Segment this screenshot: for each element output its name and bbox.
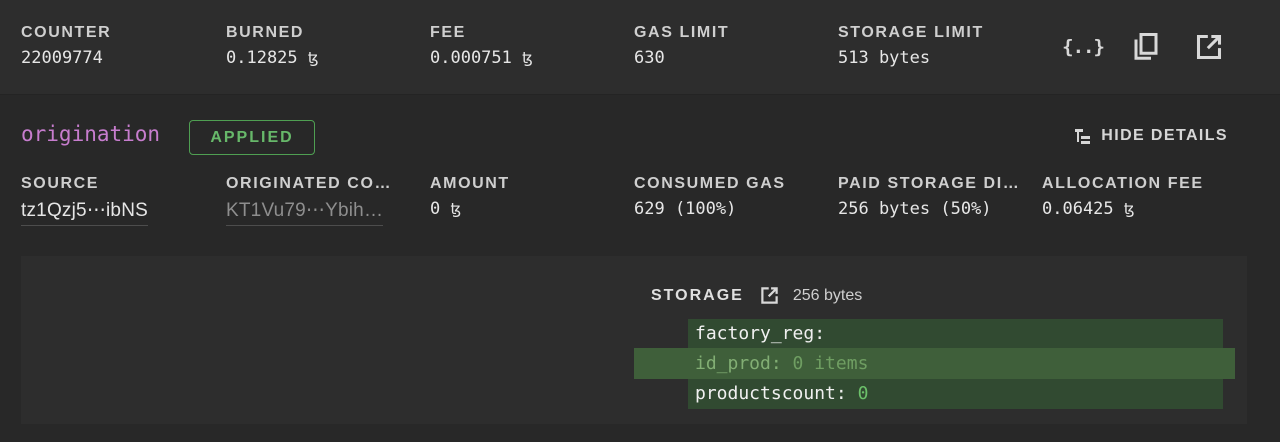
- hide-details-label: HIDE DETAILS: [1101, 127, 1228, 144]
- burned-label: BURNED: [226, 24, 305, 41]
- gas-limit-field: GAS LIMIT 630: [634, 24, 729, 68]
- storage-node-productscount[interactable]: productscount: 0: [695, 383, 868, 404]
- copy-button[interactable]: [1126, 27, 1166, 67]
- hide-details-button[interactable]: HIDE DETAILS: [1073, 126, 1228, 146]
- storage-open-external-button[interactable]: [760, 286, 779, 305]
- storage-value: 0: [857, 383, 869, 404]
- tez-icon: ꜩ: [307, 49, 319, 67]
- consumed-gas-field: CONSUMED GAS 629 (100%): [634, 175, 786, 219]
- storage-key: id_prod:: [695, 353, 782, 374]
- amount-value: 0 ꜩ: [430, 199, 462, 219]
- tez-icon: ꜩ: [522, 49, 533, 67]
- originated-contract-label: ORIGINATED CO…: [226, 175, 393, 192]
- consumed-gas-value: 629 (100%): [634, 199, 737, 219]
- allocation-fee-label: ALLOCATION FEE: [1042, 175, 1204, 192]
- storage-key: factory_reg:: [695, 323, 826, 344]
- counter-value: 22009774: [21, 48, 103, 68]
- storage-header: STORAGE 256 bytes: [651, 286, 862, 305]
- storage-limit-label: STORAGE LIMIT: [838, 24, 984, 41]
- storage-node-id-prod[interactable]: id_prod: 0 items: [695, 353, 868, 374]
- storage-limit-field: STORAGE LIMIT 513 bytes: [838, 24, 984, 68]
- raw-json-icon: {..}: [1062, 36, 1105, 58]
- paid-storage-label: PAID STORAGE DI…: [838, 175, 1021, 192]
- status-badge: APPLIED: [189, 120, 315, 155]
- storage-key: productscount:: [695, 383, 847, 404]
- counter-field: COUNTER 22009774: [21, 24, 111, 68]
- storage-size: 256 bytes: [792, 286, 863, 304]
- burned-value: 0.12825 ꜩ: [226, 48, 319, 68]
- operation-kind: origination: [21, 122, 161, 146]
- tez-icon: ꜩ: [450, 200, 462, 218]
- counter-label: COUNTER: [21, 24, 112, 41]
- amount-field: AMOUNT 0 ꜩ: [430, 175, 510, 219]
- allocation-fee-field: ALLOCATION FEE 0.06425 ꜩ: [1042, 175, 1204, 219]
- source-field: SOURCE tz1Qzj5⋯ibNS: [21, 175, 148, 226]
- fee-field: FEE 0.000751 ꜩ: [430, 24, 533, 68]
- tez-icon: ꜩ: [1123, 200, 1135, 218]
- storage-limit-value: 513 bytes: [838, 48, 931, 68]
- open-external-button[interactable]: [1189, 27, 1229, 67]
- amount-label: AMOUNT: [430, 175, 510, 192]
- allocation-fee-value: 0.06425 ꜩ: [1042, 199, 1135, 219]
- gas-limit-label: GAS LIMIT: [634, 24, 730, 41]
- tree-collapse-icon: [1075, 129, 1091, 144]
- storage-value: 0 items: [792, 353, 869, 374]
- originated-contract-field: ORIGINATED CO… KT1Vu79⋯Ybih…: [226, 175, 392, 226]
- fee-label: FEE: [430, 24, 466, 41]
- paid-storage-value: 256 bytes (50%): [838, 199, 992, 219]
- consumed-gas-label: CONSUMED GAS: [634, 175, 786, 192]
- originated-contract-link[interactable]: KT1Vu79⋯Ybih…: [226, 199, 384, 226]
- source-label: SOURCE: [21, 175, 100, 192]
- fee-value: 0.000751 ꜩ: [430, 48, 533, 68]
- gas-limit-value: 630: [634, 48, 665, 68]
- paid-storage-field: PAID STORAGE DI… 256 bytes (50%): [838, 175, 1020, 219]
- open-external-icon: [1196, 34, 1222, 60]
- copy-icon: [1134, 33, 1158, 60]
- storage-node-factory-reg[interactable]: factory_reg:: [695, 323, 825, 344]
- raw-json-button[interactable]: {..}: [1062, 27, 1105, 67]
- source-address-link[interactable]: tz1Qzj5⋯ibNS: [21, 199, 148, 226]
- open-external-icon: [761, 287, 778, 304]
- burned-field: BURNED 0.12825 ꜩ: [226, 24, 319, 68]
- storage-title: STORAGE: [651, 286, 744, 304]
